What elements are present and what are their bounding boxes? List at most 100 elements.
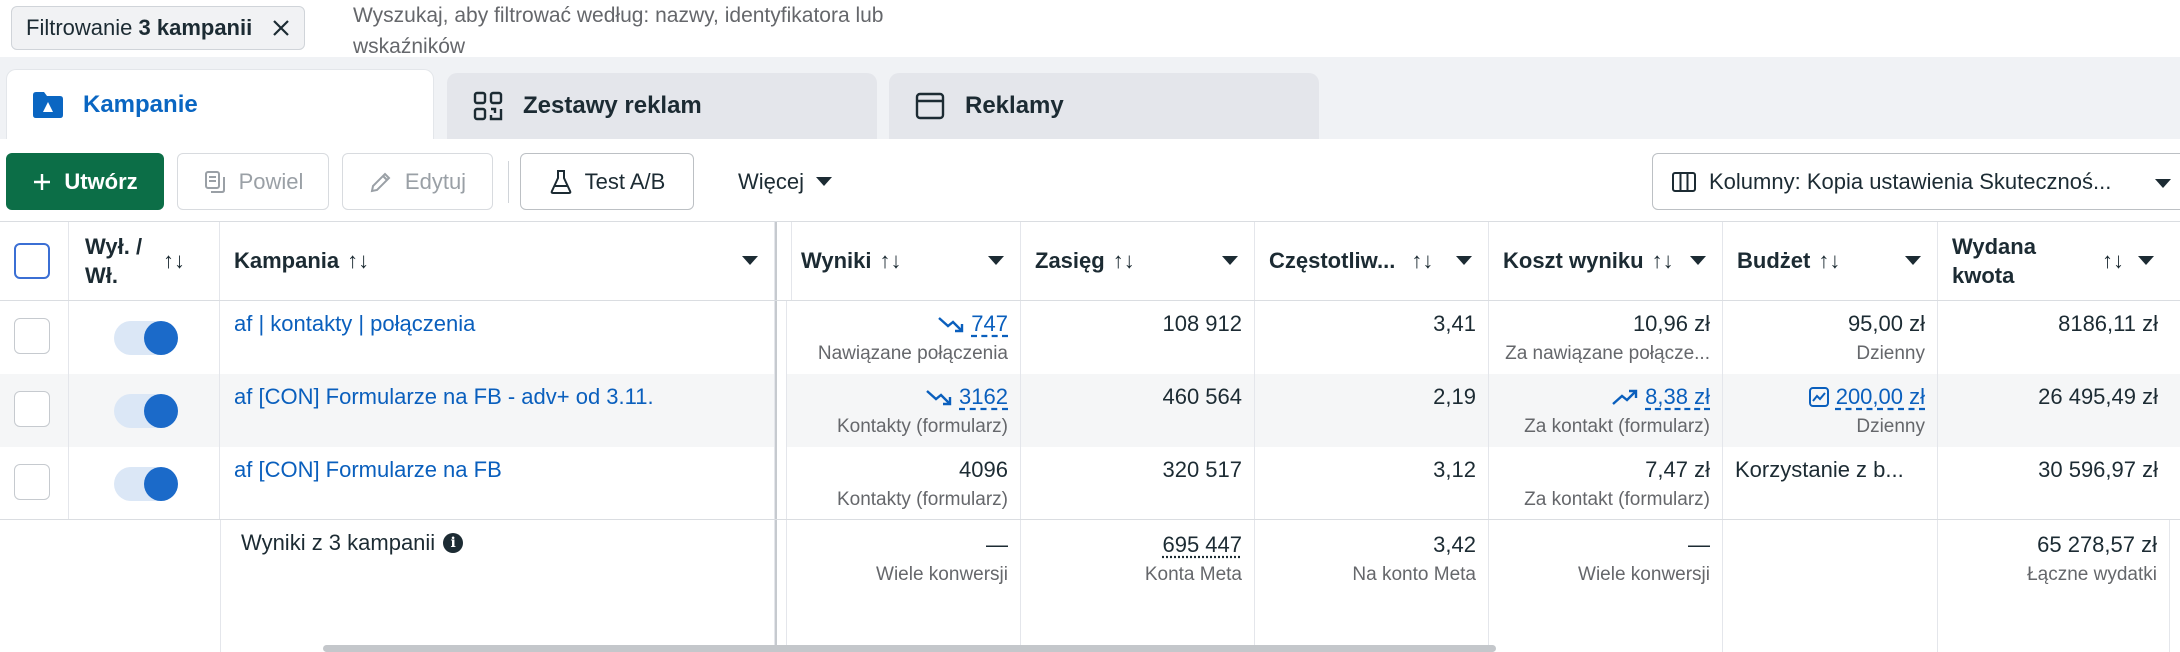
edit-button[interactable]: Edytuj <box>342 153 493 210</box>
info-icon[interactable]: i <box>443 533 464 553</box>
campaign-name-link[interactable]: af [CON] Formularze na FB <box>234 457 502 483</box>
results-value[interactable]: 747 <box>937 311 1008 337</box>
tab-label: Reklamy <box>965 92 1064 119</box>
budget-value[interactable]: Korzystanie z b... <box>1735 457 1904 483</box>
table-header: Wył. / Wł. ↑↓ Kampania ↑↓ Wyniki ↑↓ Zasi… <box>0 222 2180 301</box>
tab-label: Zestawy reklam <box>523 92 702 119</box>
trend-down-icon <box>938 317 964 333</box>
campaigns-table: Wył. / Wł. ↑↓ Kampania ↑↓ Wyniki ↑↓ Zasi… <box>0 222 2180 652</box>
close-icon[interactable] <box>270 17 292 39</box>
column-header-budget[interactable]: Budżet ↑↓ <box>1723 222 1938 300</box>
summary-results-type: Wiele konwersji <box>876 564 1008 585</box>
campaign-name-link[interactable]: af [CON] Formularze na FB - adv+ od 3.11… <box>234 384 654 410</box>
table-summary-row: Wyniki z 3 kampanii i — Wiele konwersji … <box>0 520 2180 652</box>
flask-icon <box>550 169 571 194</box>
more-dropdown[interactable]: Więcej <box>715 153 855 210</box>
caret-down-icon[interactable] <box>742 256 758 265</box>
cost-value: 7,47 zł <box>1645 457 1710 482</box>
sort-icon[interactable]: ↑↓ <box>1652 248 1674 274</box>
level-tabs: Kampanie Zestawy reklam Reklamy <box>0 57 2180 139</box>
results-value[interactable]: 3162 <box>925 384 1008 410</box>
results-type: Kontakty (formularz) <box>836 489 1008 510</box>
caret-down-icon[interactable] <box>1456 256 1472 265</box>
search-input[interactable]: Wyszukaj, aby filtrować według: nazwy, i… <box>353 0 993 62</box>
create-button[interactable]: Utwórz <box>6 153 164 210</box>
select-all-checkbox[interactable] <box>14 243 50 279</box>
reach-value: 108 912 <box>1162 311 1242 336</box>
spent-value: 26 495,49 zł <box>2038 384 2158 409</box>
filter-chip[interactable]: Filtrowanie 3 kampanii <box>11 6 306 50</box>
column-header-toggle[interactable]: Wył. / Wł. ↑↓ <box>69 222 220 300</box>
cost-value[interactable]: 8,38 zł <box>1611 384 1710 410</box>
cost-type: Za nawiązane połącze... <box>1505 343 1710 364</box>
sort-icon[interactable]: ↑↓ <box>1113 248 1135 274</box>
ad-window-icon <box>913 89 947 123</box>
column-header-cost-per-result[interactable]: Koszt wyniku ↑↓ <box>1489 222 1723 300</box>
sort-icon[interactable]: ↑↓ <box>880 248 902 274</box>
summary-reach-type: Konta Meta <box>1144 564 1242 585</box>
column-header-results[interactable]: Wyniki ↑↓ <box>787 222 1021 300</box>
reach-value: 460 564 <box>1162 384 1242 409</box>
row-checkbox[interactable] <box>14 391 50 427</box>
summary-spent: 65 278,57 zł <box>2037 532 2157 557</box>
folder-icon <box>31 88 65 122</box>
summary-results: — <box>986 532 1008 557</box>
sort-icon[interactable]: ↑↓ <box>2102 248 2124 274</box>
row-checkbox[interactable] <box>14 464 50 500</box>
duplicate-icon <box>204 170 225 193</box>
chart-icon <box>1808 387 1829 407</box>
row-checkbox[interactable] <box>14 318 50 354</box>
ab-test-button[interactable]: Test A/B <box>520 153 694 210</box>
tab-campaigns[interactable]: Kampanie <box>6 69 434 139</box>
caret-down-icon[interactable] <box>1222 256 1238 265</box>
caret-down-icon[interactable] <box>988 256 1004 265</box>
summary-cost-type: Wiele konwersji <box>1578 564 1710 585</box>
budget-type: Dzienny <box>1856 416 1925 437</box>
caret-down-icon[interactable] <box>1905 256 1921 265</box>
sort-icon[interactable]: ↑↓ <box>347 248 369 274</box>
toolbar-divider <box>508 161 509 203</box>
caret-down-icon[interactable] <box>2138 256 2154 265</box>
summary-spent-type: Łączne wydatki <box>2027 564 2157 585</box>
columns-dropdown[interactable]: Kolumny: Kopia ustawienia Skutecznoś... <box>1652 153 2180 210</box>
budget-type: Dzienny <box>1856 343 1925 364</box>
table-row[interactable]: af [CON] Formularze na FB - adv+ od 3.11… <box>0 374 2180 447</box>
tab-ad-sets[interactable]: Zestawy reklam <box>447 73 877 139</box>
spent-value: 30 596,97 zł <box>2038 457 2158 482</box>
cost-type: Za kontakt (formularz) <box>1524 489 1710 510</box>
trend-down-icon <box>926 390 952 406</box>
campaign-name-link[interactable]: af | kontakty | połączenia <box>234 311 475 337</box>
sort-icon[interactable]: ↑↓ <box>163 248 185 274</box>
column-header-campaign[interactable]: Kampania ↑↓ <box>220 222 775 300</box>
summary-reach[interactable]: 695 447 <box>1162 532 1242 558</box>
frequency-value: 3,41 <box>1433 311 1476 336</box>
cost-value: 10,96 zł <box>1632 311 1710 336</box>
campaign-toggle[interactable] <box>114 467 178 501</box>
table-row[interactable]: af | kontakty | połączenia 747 Nawiązane… <box>0 301 2180 374</box>
trend-up-icon <box>1612 389 1638 405</box>
budget-value[interactable]: 200,00 zł <box>1808 384 1925 410</box>
caret-down-icon[interactable] <box>1690 256 1706 265</box>
tab-ads[interactable]: Reklamy <box>889 73 1319 139</box>
grid-icon <box>471 89 505 123</box>
campaign-toggle[interactable] <box>114 394 178 428</box>
sort-icon[interactable]: ↑↓ <box>1411 248 1433 274</box>
plus-icon <box>34 173 51 190</box>
caret-down-icon <box>2155 179 2171 188</box>
campaign-toggle[interactable] <box>114 321 178 355</box>
caret-down-icon <box>816 177 832 186</box>
column-header-reach[interactable]: Zasięg ↑↓ <box>1021 222 1255 300</box>
column-header-amount-spent[interactable]: Wydana kwota ↑↓ <box>1938 222 2170 300</box>
table-row[interactable]: af [CON] Formularze na FB 4096 Kontakty … <box>0 447 2180 520</box>
frequency-value: 3,12 <box>1433 457 1476 482</box>
sort-icon[interactable]: ↑↓ <box>1818 248 1840 274</box>
reach-value: 320 517 <box>1162 457 1242 482</box>
duplicate-button[interactable]: Powiel <box>177 153 329 210</box>
summary-title: Wyniki z 3 kampanii i <box>241 530 464 556</box>
pencil-icon <box>370 172 391 192</box>
budget-value[interactable]: 95,00 zł <box>1848 311 1925 337</box>
horizontal-scrollbar[interactable] <box>323 645 1496 652</box>
results-type: Kontakty (formularz) <box>836 416 1008 437</box>
summary-frequency: 3,42 <box>1433 532 1476 557</box>
column-header-frequency[interactable]: Częstotliw... ↑↓ <box>1255 222 1489 300</box>
